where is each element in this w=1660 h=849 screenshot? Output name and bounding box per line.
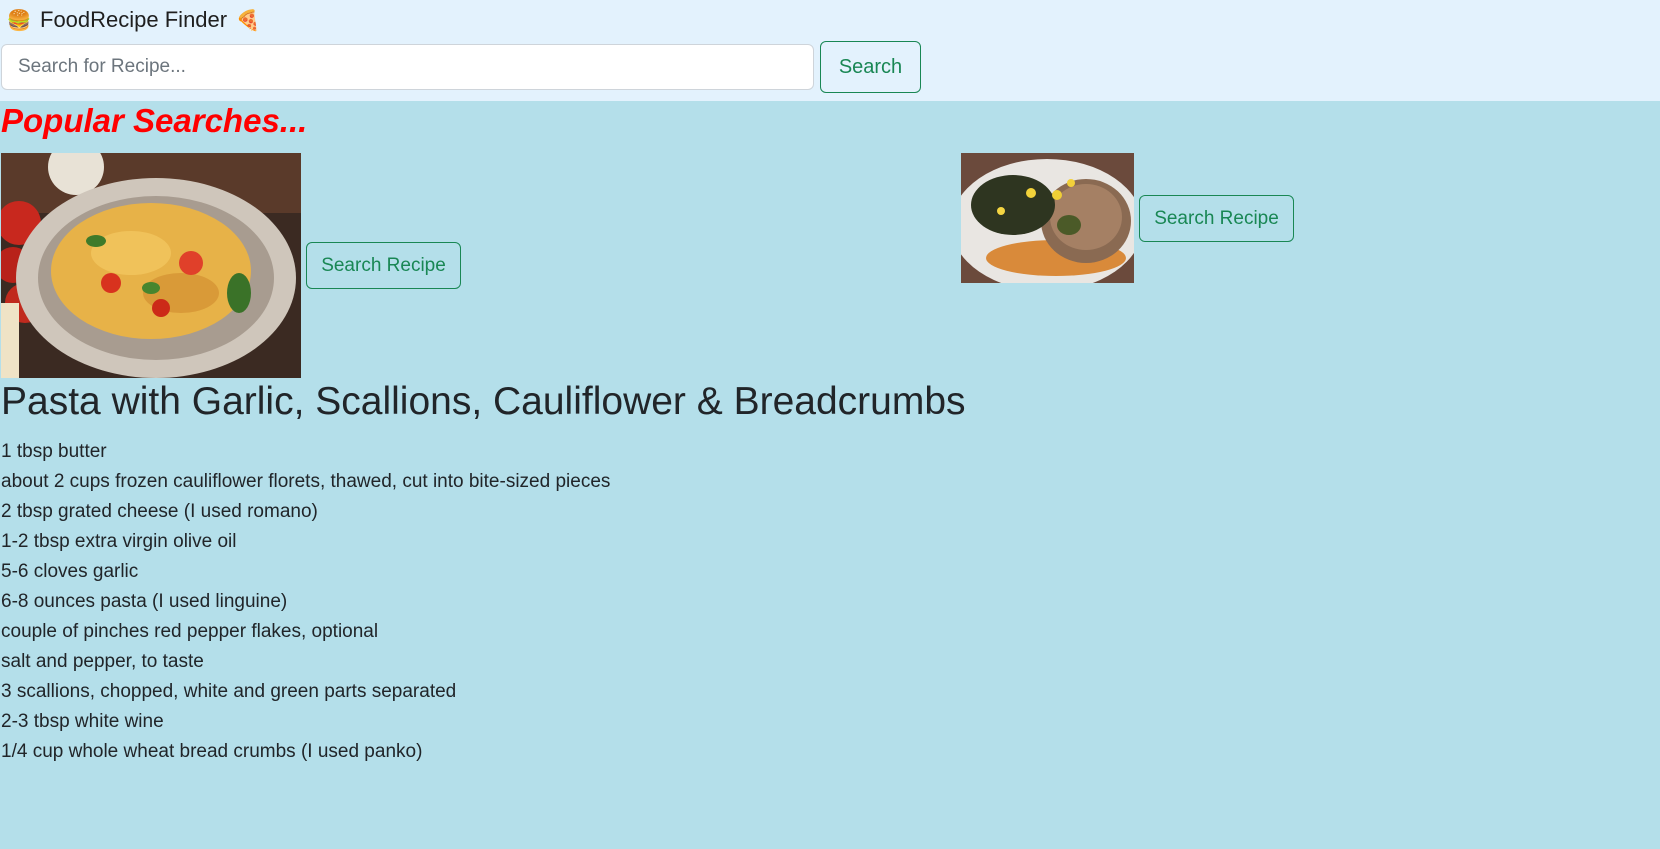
ingredient-item: couple of pinches red pepper flakes, opt… bbox=[1, 621, 379, 642]
ingredients-list: 1 tbsp butter about 2 cups frozen caulif… bbox=[1, 437, 610, 767]
ingredient-item: salt and pepper, to taste bbox=[1, 651, 204, 672]
ingredient-item: 6-8 ounces pasta (I used linguine) bbox=[1, 591, 288, 612]
pork-chop-image bbox=[961, 153, 1134, 283]
ingredient-item: 1 tbsp butter bbox=[1, 441, 107, 462]
pasta-image bbox=[1, 153, 301, 378]
popular-searches-heading: Popular Searches... bbox=[1, 102, 308, 139]
search-input[interactable] bbox=[1, 44, 814, 90]
ingredient-item: 1/4 cup whole wheat bread crumbs (I used… bbox=[1, 741, 423, 762]
ingredient-item: 3 scallions, chopped, white and green pa… bbox=[1, 681, 457, 702]
ingredient-item: 2-3 tbsp white wine bbox=[1, 711, 164, 732]
search-button[interactable]: Search bbox=[820, 41, 921, 93]
pizza-icon: 🍕 bbox=[235, 9, 261, 32]
brand[interactable]: 🍔 FoodRecipe Finder 🍕 bbox=[6, 4, 261, 36]
navbar: 🍔 FoodRecipe Finder 🍕 Search bbox=[0, 0, 1660, 101]
burger-icon: 🍔 bbox=[6, 9, 32, 32]
recipe-title: Pasta with Garlic, Scallions, Cauliflowe… bbox=[1, 380, 966, 423]
search-recipe-button[interactable]: Search Recipe bbox=[306, 242, 461, 289]
ingredient-item: 2 tbsp grated cheese (I used romano) bbox=[1, 501, 318, 522]
ingredient-item: about 2 cups frozen cauliflower florets,… bbox=[1, 471, 611, 492]
ingredient-item: 5-6 cloves garlic bbox=[1, 561, 139, 582]
search-recipe-button[interactable]: Search Recipe bbox=[1139, 195, 1294, 242]
brand-title[interactable]: FoodRecipe Finder bbox=[40, 7, 227, 33]
ingredient-item: 1-2 tbsp extra virgin olive oil bbox=[1, 531, 237, 552]
